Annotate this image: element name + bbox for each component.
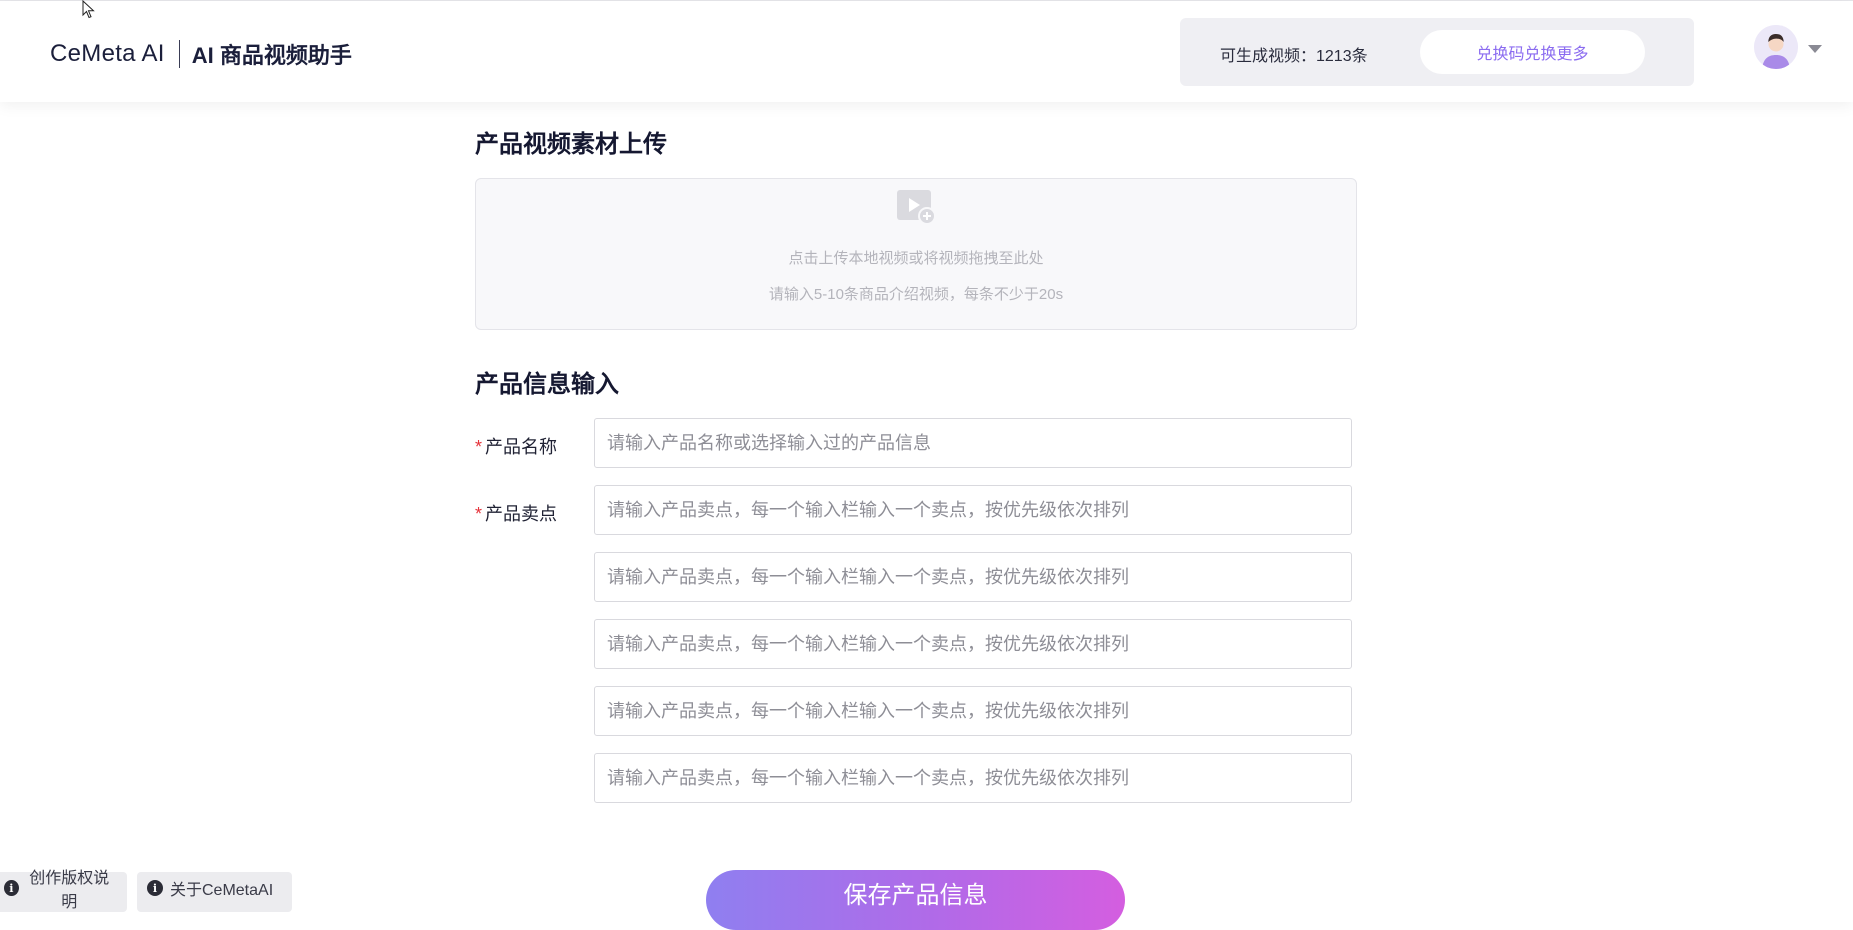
info-icon: i <box>147 880 163 896</box>
about-cemeta-label: 关于CeMetaAI <box>170 882 274 899</box>
upload-section-title: 产品视频素材上传 <box>475 131 667 158</box>
mouse-cursor-icon <box>82 0 95 19</box>
required-mark: * <box>475 504 483 524</box>
logo[interactable]: CeMeta AI AI 商品视频助手 <box>50 39 352 69</box>
product-name-input[interactable] <box>594 418 1352 468</box>
required-mark: * <box>475 437 483 457</box>
app-header: CeMeta AI AI 商品视频助手 可生成视频：1213条 兑换码兑换更多 <box>0 1 1853 102</box>
video-quota-text: 可生成视频：1213条 <box>1220 48 1368 65</box>
selling-point-input-3[interactable] <box>594 619 1352 669</box>
copyright-notice-button[interactable]: i 创作版权说明 <box>0 870 127 912</box>
selling-points-label-text: 产品卖点 <box>485 504 558 524</box>
selling-point-input-1[interactable] <box>594 485 1352 535</box>
redeem-code-button[interactable]: 兑换码兑换更多 <box>1420 30 1645 74</box>
caret-down-icon[interactable] <box>1808 45 1822 53</box>
logo-brand: CeMeta AI <box>50 40 165 67</box>
info-icon: i <box>4 880 19 896</box>
save-product-info-button[interactable]: 保存产品信息 <box>706 870 1125 930</box>
user-avatar[interactable] <box>1754 25 1798 69</box>
copyright-notice-label: 创作版权说明 <box>29 870 110 911</box>
about-cemeta-button[interactable]: i 关于CeMetaAI <box>137 872 292 912</box>
logo-product-name: AI 商品视频助手 <box>191 43 352 68</box>
selling-points-label: * 产品卖点 <box>475 500 557 526</box>
logo-divider <box>178 40 180 68</box>
avatar-person-icon <box>1754 25 1798 69</box>
product-name-label-text: 产品名称 <box>485 437 558 457</box>
upload-instruction: 点击上传本地视频或将视频拖拽至此处 <box>788 250 1044 267</box>
quota-panel: 可生成视频：1213条 兑换码兑换更多 <box>1180 18 1694 86</box>
selling-point-input-4[interactable] <box>594 686 1352 736</box>
selling-point-input-2[interactable] <box>594 552 1352 602</box>
product-name-label: * 产品名称 <box>475 433 557 459</box>
info-section-title: 产品信息输入 <box>475 371 619 398</box>
video-add-icon <box>897 190 936 225</box>
upload-requirement: 请输入5-10条商品介绍视频，每条不少于20s <box>768 286 1064 303</box>
video-upload-dropzone[interactable]: 点击上传本地视频或将视频拖拽至此处 请输入5-10条商品介绍视频，每条不少于20… <box>475 178 1357 330</box>
selling-point-input-5[interactable] <box>594 753 1352 803</box>
